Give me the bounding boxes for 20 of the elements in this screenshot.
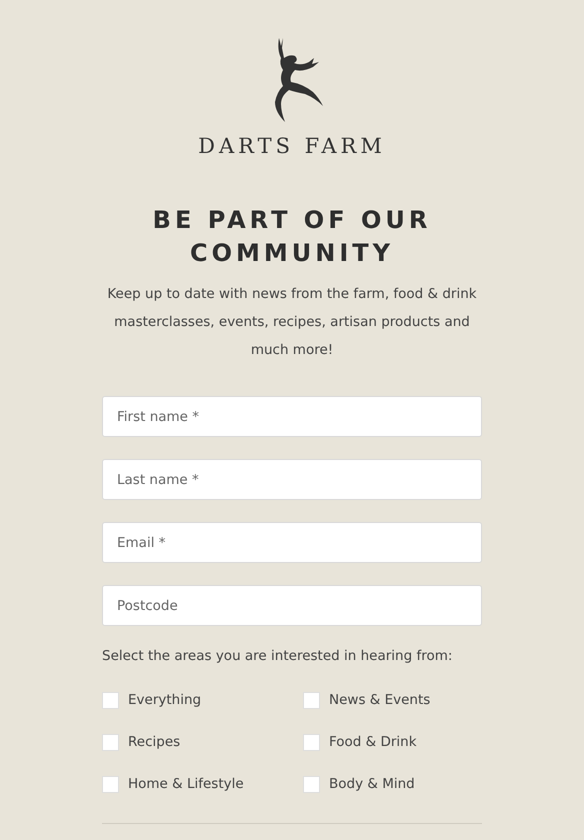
text-field[interactable]: Last name * — [102, 459, 482, 500]
text-field[interactable]: Email * — [102, 522, 482, 563]
checkbox-label[interactable]: Recipes — [128, 734, 180, 750]
checkbox-label[interactable]: Everything — [128, 692, 202, 708]
checkbox-label[interactable]: Body & Mind — [329, 776, 415, 792]
text-field[interactable]: First name * — [102, 396, 482, 437]
brand-name: DARTS FARM — [198, 134, 386, 158]
checkbox[interactable] — [102, 692, 119, 708]
checkbox[interactable] — [102, 776, 119, 792]
heading: BE PART OF OUR COMMUNITY — [152, 205, 432, 269]
intro-text: Keep up to date with news from the farm, food & drink masterclasses, events, recipes, artisan products and much more! — [106, 285, 478, 360]
checkbox-label[interactable]: Food & Drink — [329, 734, 417, 750]
checkbox-label[interactable]: Home & Lifestyle — [128, 776, 244, 792]
checkbox[interactable] — [303, 734, 320, 750]
checkbox[interactable] — [303, 776, 320, 792]
text-field[interactable]: Postcode — [102, 585, 482, 626]
checkbox[interactable] — [102, 734, 119, 750]
checkbox-label[interactable]: News & Events — [329, 692, 430, 708]
interests-label: Select the areas you are interested in hearing from: — [102, 648, 454, 664]
checkbox[interactable] — [303, 692, 320, 708]
